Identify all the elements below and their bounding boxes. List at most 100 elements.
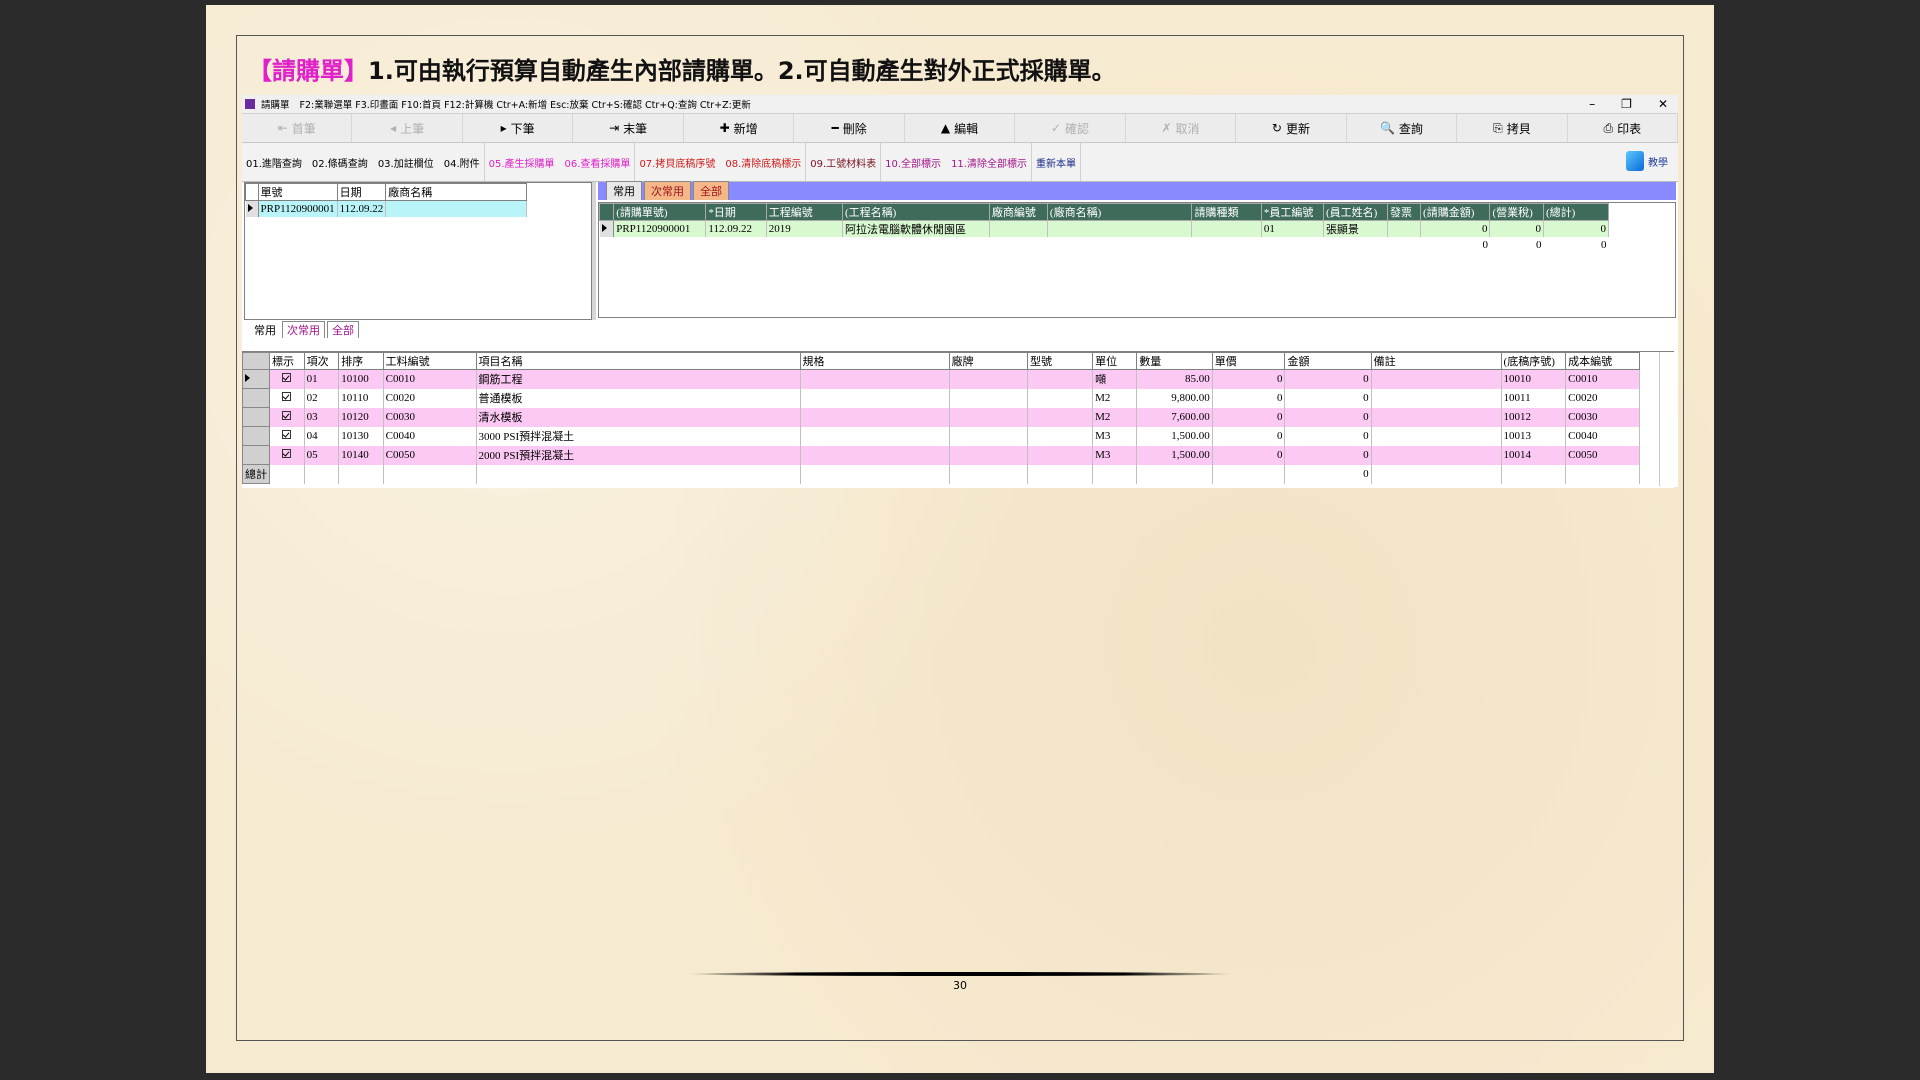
cell[interactable]: C0050 (1565, 445, 1640, 465)
cell[interactable]: M2 (1092, 407, 1138, 427)
function-button[interactable]: 09.工號材料表 (810, 155, 876, 170)
col-header[interactable]: 型號 (1027, 352, 1094, 370)
col-header[interactable]: 項次 (303, 352, 340, 370)
cell[interactable]: 0 (1212, 445, 1286, 465)
cell[interactable]: M3 (1092, 445, 1138, 465)
cell[interactable]: C0020 (383, 388, 477, 408)
function-button[interactable]: 08.清除底稿標示 (725, 155, 801, 170)
vendor-cell[interactable] (385, 200, 527, 217)
col-header[interactable]: 項目名稱 (475, 352, 801, 370)
cell[interactable]: 噸 (1092, 369, 1138, 389)
col-header[interactable]: 請購種類 (1191, 203, 1262, 221)
cell[interactable]: 2000 PSI預拌混凝土 (476, 445, 801, 465)
toolbar-button-12[interactable]: ⎙ 印表 (1568, 114, 1679, 142)
col-header[interactable]: 廠商編號 (988, 203, 1048, 221)
cell[interactable]: 01 (304, 369, 340, 389)
col-header[interactable]: (員工姓名) (1322, 203, 1389, 221)
cell[interactable] (1027, 369, 1094, 389)
col-header[interactable]: 備註 (1370, 352, 1502, 370)
cell[interactable]: 10013 (1501, 426, 1567, 446)
col-header[interactable]: 單價 (1211, 352, 1286, 370)
function-button[interactable]: 05.產生採購單 (489, 155, 555, 170)
function-button[interactable]: 02.條碼查詢 (312, 155, 368, 170)
cell[interactable]: 0 (1420, 220, 1491, 237)
toolbar-button-4[interactable]: ✚ 新增 (684, 114, 795, 142)
col-header[interactable]: 數量 (1136, 352, 1213, 370)
function-button[interactable]: 07.拷貝底稿序號 (639, 155, 715, 170)
col-header[interactable]: 單號 (257, 183, 338, 201)
function-button[interactable]: 01.進階查詢 (246, 155, 302, 170)
cell[interactable] (800, 445, 950, 465)
minimize-button[interactable]: – (1589, 95, 1595, 113)
maximize-button[interactable]: ❐ (1621, 95, 1632, 113)
detail-grid[interactable]: 標示 項次 排序 工料編號 項目名稱 規格 廠牌 型號 單位 數量 單價 金額 備註 (底稿序號) 成本編號… (242, 351, 1674, 488)
tab-common[interactable]: 常用 (606, 181, 642, 200)
header-grid[interactable]: (請購單號) *日期 工程編號 (工程名稱) 廠商編號 (廠商名稱) 請購種類 *員工編號 (員… (598, 202, 1676, 318)
cell[interactable] (1371, 407, 1502, 427)
date-cell[interactable]: 112.09.22 (337, 200, 387, 217)
cell[interactable]: C0050 (383, 445, 477, 465)
table-row[interactable]: PRP1120900001 112.09.22 (245, 200, 527, 217)
col-header[interactable]: 工料編號 (382, 352, 477, 370)
function-button[interactable]: 03.加註欄位 (378, 155, 434, 170)
cell[interactable] (1027, 388, 1094, 408)
col-header[interactable]: *員工編號 (1260, 203, 1324, 221)
col-header[interactable]: (底稿序號) (1500, 352, 1567, 370)
cell[interactable]: C0030 (1565, 407, 1640, 427)
cell[interactable]: C0030 (383, 407, 477, 427)
cell[interactable] (1047, 220, 1193, 237)
cell[interactable]: 鋼筋工程 (476, 369, 801, 389)
cell[interactable]: 10014 (1501, 445, 1567, 465)
cell[interactable]: 0 (1284, 369, 1372, 389)
col-header[interactable]: 標示 (269, 352, 305, 370)
cell[interactable]: 10120 (338, 407, 384, 427)
cell[interactable] (1387, 220, 1422, 237)
cell[interactable]: 2019 (766, 220, 844, 237)
col-header[interactable]: (請購單號) (613, 203, 707, 221)
col-header[interactable]: (廠商名稱) (1046, 203, 1193, 221)
cell[interactable]: 10140 (338, 445, 384, 465)
cell[interactable]: PRP1120900001 (613, 220, 707, 237)
col-header[interactable]: (工程名稱) (842, 203, 990, 221)
tab-all[interactable]: 全部 (327, 321, 359, 338)
cell[interactable] (1371, 369, 1502, 389)
col-header[interactable]: 廠牌 (948, 352, 1029, 370)
vertical-scrollbar[interactable] (1659, 352, 1672, 486)
cell[interactable]: 1,500.00 (1136, 426, 1213, 446)
cell[interactable]: 普通模板 (476, 388, 801, 408)
cell[interactable]: C0040 (383, 426, 477, 446)
col-header[interactable]: (營業稅) (1489, 203, 1544, 221)
cell[interactable]: 張顯景 (1323, 220, 1389, 237)
toolbar-button-3[interactable]: ⇥ 末筆 (573, 114, 684, 142)
toolbar-button-9[interactable]: ↻ 更新 (1236, 114, 1347, 142)
cell[interactable]: 阿拉法電腦軟體休閒園區 (842, 220, 990, 237)
cell[interactable] (800, 426, 950, 446)
toolbar-button-7[interactable]: ✓ 確認 (1015, 114, 1126, 142)
cell[interactable] (949, 445, 1029, 465)
table-row[interactable]: 02 10110 C0020 普通模板 M2 9,800.00 0 0 10011 C0020 (242, 388, 1640, 408)
cell[interactable]: 0 (1284, 426, 1372, 446)
toolbar-button-10[interactable]: 🔍 查詢 (1347, 114, 1458, 142)
col-header[interactable]: (請購金額) (1420, 203, 1491, 221)
cell[interactable]: 05 (304, 445, 340, 465)
toolbar-button-0[interactable]: ⇤ 首筆 (242, 114, 353, 142)
cell[interactable]: 清水模板 (476, 407, 801, 427)
row-selector[interactable] (242, 407, 270, 427)
table-row[interactable]: PRP1120900001 112.09.22 2019 阿拉法電腦軟體休閒園區 01 張… (599, 220, 1610, 237)
cell[interactable] (949, 426, 1029, 446)
toolbar-button-5[interactable]: ━ 刪除 (794, 114, 905, 142)
cell[interactable]: M3 (1092, 426, 1138, 446)
col-header[interactable]: 規格 (799, 352, 950, 370)
cell[interactable] (949, 388, 1029, 408)
toolbar-button-6[interactable]: ▲ 編輯 (905, 114, 1016, 142)
cell[interactable]: C0010 (1565, 369, 1640, 389)
col-header[interactable]: 排序 (338, 352, 384, 370)
mark-cell[interactable] (269, 388, 305, 408)
cell[interactable]: 0 (1284, 388, 1372, 408)
cell[interactable] (800, 407, 950, 427)
cell[interactable] (949, 407, 1029, 427)
col-header[interactable]: 工程編號 (765, 203, 844, 221)
row-selector[interactable] (242, 388, 270, 408)
cell[interactable]: 0 (1284, 407, 1372, 427)
col-header[interactable]: *日期 (705, 203, 767, 221)
